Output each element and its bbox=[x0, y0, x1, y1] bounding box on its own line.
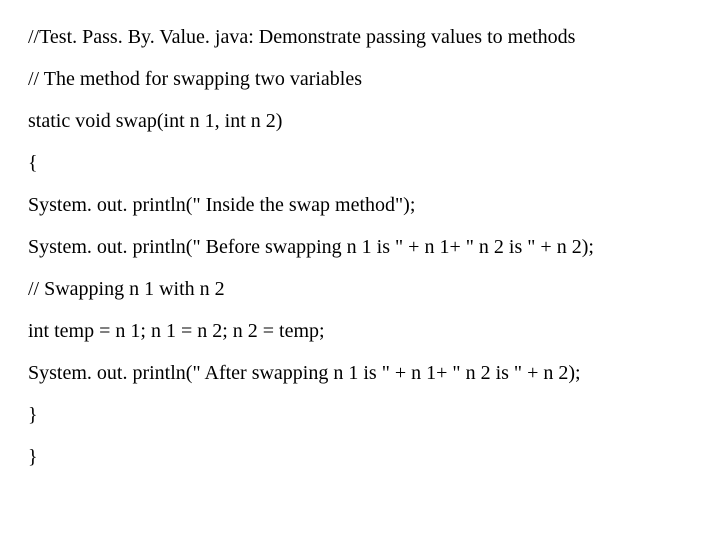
code-line: // Swapping n 1 with n 2 bbox=[28, 276, 692, 302]
code-line: } bbox=[28, 444, 692, 470]
code-line: static void swap(int n 1, int n 2) bbox=[28, 108, 692, 134]
code-line: } bbox=[28, 402, 692, 428]
code-line: System. out. println(" Before swapping n… bbox=[28, 234, 692, 260]
code-line: System. out. println(" After swapping n … bbox=[28, 360, 692, 386]
code-line: int temp = n 1; n 1 = n 2; n 2 = temp; bbox=[28, 318, 692, 344]
code-block: //Test. Pass. By. Value. java: Demonstra… bbox=[0, 0, 720, 494]
code-line: { bbox=[28, 150, 692, 176]
code-line: System. out. println(" Inside the swap m… bbox=[28, 192, 692, 218]
code-line: // The method for swapping two variables bbox=[28, 66, 692, 92]
code-line: //Test. Pass. By. Value. java: Demonstra… bbox=[28, 24, 692, 50]
